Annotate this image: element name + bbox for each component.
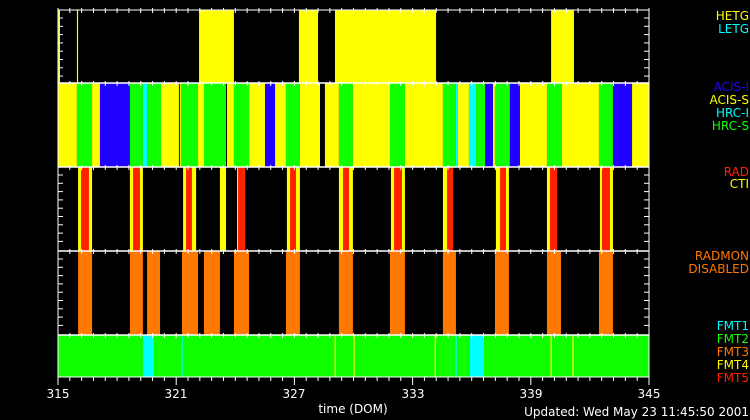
rad-cti-segment	[447, 167, 453, 251]
radmon-segment	[233, 251, 250, 335]
instrument-segment	[455, 83, 458, 167]
grating-segment	[76, 10, 79, 83]
rad-cti-segment	[238, 167, 245, 251]
instrument-segment	[485, 83, 493, 167]
instrument-segment	[494, 83, 510, 167]
instrument-segment	[404, 83, 443, 167]
instrument-segment	[99, 83, 130, 167]
x-axis-label: time (DOM)	[318, 402, 388, 416]
radmon-segment	[389, 251, 405, 335]
legend-fmt5: FMT5	[716, 371, 749, 385]
instrument-segment	[519, 83, 547, 167]
timeline-chart	[57, 8, 650, 385]
instrument-segment	[468, 83, 477, 167]
radmon-segment	[147, 251, 161, 335]
instrument-segment	[324, 83, 339, 167]
rad-cti-segment	[601, 167, 610, 251]
instrument-segment	[561, 83, 599, 167]
instrument-segment	[612, 83, 633, 167]
format-segment	[469, 335, 484, 377]
format-segment	[455, 335, 457, 377]
rad-cti-segment	[186, 167, 192, 251]
instrument-segment	[442, 83, 456, 167]
grating-segment	[298, 10, 319, 83]
instrument-segment	[129, 83, 143, 167]
instrument-segment	[476, 83, 486, 167]
x-tick-label: 315	[46, 387, 70, 401]
x-tick-label: 339	[519, 387, 543, 401]
updated-timestamp: Updated: Wed May 23 11:45:50 2001	[524, 405, 749, 419]
instrument-segment	[509, 83, 520, 167]
instrument-segment	[178, 83, 180, 167]
grating-segment	[199, 10, 234, 83]
radmon-segment	[546, 251, 561, 335]
format-segment	[142, 335, 154, 377]
grating-segment	[334, 10, 437, 83]
x-tick-label: 333	[401, 387, 425, 401]
format-segment	[353, 335, 355, 377]
instrument-segment	[161, 83, 179, 167]
instrument-segment	[76, 83, 93, 167]
rad-cti-segment	[394, 167, 402, 251]
rad-cti-segment	[219, 167, 227, 251]
instrument-segment	[226, 83, 228, 167]
x-tick-label: 327	[282, 387, 306, 401]
x-tick-label: 321	[164, 387, 188, 401]
instrument-segment	[632, 83, 649, 167]
x-tick-label: 345	[637, 387, 661, 401]
radmon-segment	[494, 251, 509, 335]
instrument-segment	[265, 83, 276, 167]
instrument-segment	[233, 83, 250, 167]
instrument-segment	[227, 83, 234, 167]
instrument-segment	[492, 83, 495, 167]
rad-cti-segment	[343, 167, 349, 251]
instrument-segment	[457, 83, 469, 167]
rad-cti-segment	[133, 167, 140, 251]
grating-segment	[551, 10, 574, 83]
format-segment	[572, 335, 574, 377]
instrument-segment	[180, 83, 199, 167]
legend-letg: LETG	[718, 22, 749, 36]
format-segment	[434, 335, 436, 377]
radmon-segment	[285, 251, 300, 335]
radmon-segment	[203, 251, 220, 335]
rad-cti-segment	[81, 167, 89, 251]
instrument-segment	[299, 83, 321, 167]
instrument-segment	[198, 83, 204, 167]
format-segment	[550, 335, 552, 377]
instrument-segment	[203, 83, 227, 167]
instrument-segment	[142, 83, 148, 167]
instrument-segment	[352, 83, 390, 167]
rad-cti-segment	[549, 167, 558, 251]
instrument-segment	[275, 83, 286, 167]
rad-cti-segment	[290, 167, 296, 251]
instrument-segment	[92, 83, 100, 167]
format-segment	[334, 335, 336, 377]
radmon-segment	[78, 251, 93, 335]
legend-cti: CTI	[729, 177, 749, 191]
instrument-segment	[58, 83, 77, 167]
radmon-segment	[181, 251, 199, 335]
radmon-segment	[129, 251, 143, 335]
instrument-segment	[179, 83, 181, 167]
radmon-segment	[442, 251, 456, 335]
instrument-segment	[546, 83, 562, 167]
instrument-segment	[598, 83, 613, 167]
instrument-segment	[285, 83, 300, 167]
instrument-segment	[389, 83, 405, 167]
instrument-segment	[147, 83, 162, 167]
legend-disabled: DISABLED	[688, 262, 749, 276]
legend-hrc-s: HRC-S	[711, 119, 749, 133]
radmon-segment	[338, 251, 353, 335]
radmon-segment	[598, 251, 613, 335]
rad-cti-segment	[500, 167, 506, 251]
instrument-segment	[320, 83, 325, 167]
instrument-segment	[249, 83, 266, 167]
instrument-segment	[338, 83, 353, 167]
format-segment	[181, 335, 183, 377]
